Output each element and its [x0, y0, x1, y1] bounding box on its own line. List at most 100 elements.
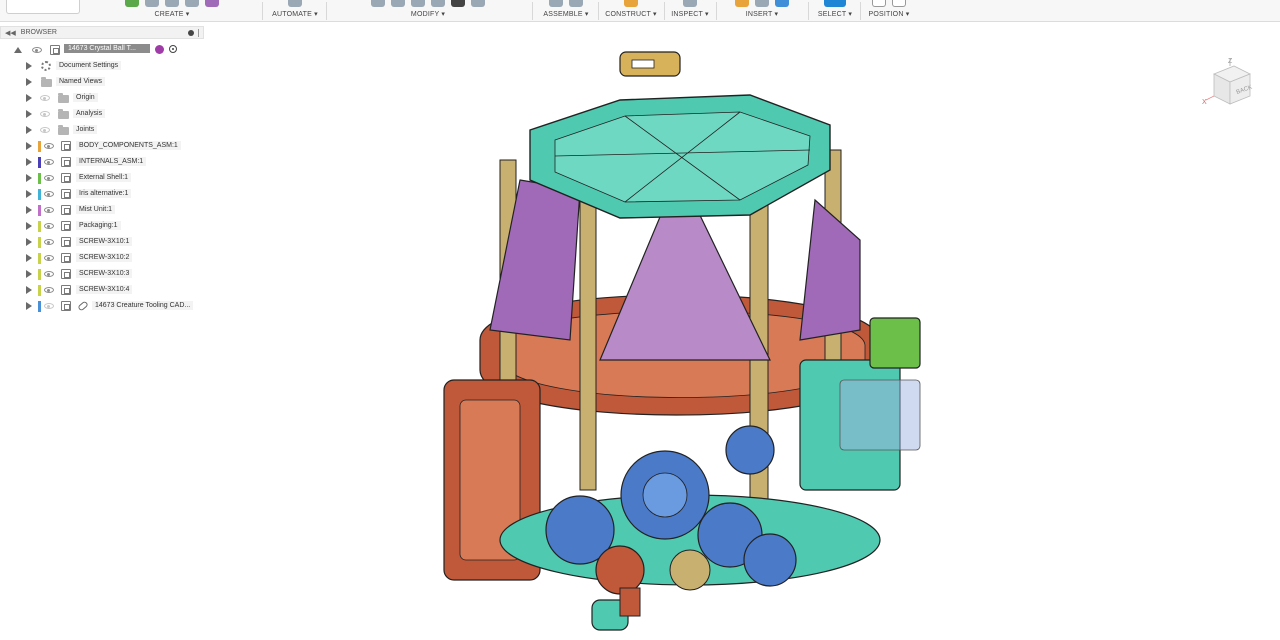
expand-arrow-icon[interactable]: [26, 62, 32, 70]
visibility-eye-icon[interactable]: [44, 255, 54, 261]
tree-item-label[interactable]: 14673 Creature Tooling CAD...: [92, 301, 194, 310]
revert-position-icon[interactable]: [892, 0, 906, 7]
browser-resize-handle[interactable]: [198, 28, 199, 37]
browser-tree-item[interactable]: Named Views: [0, 75, 204, 89]
expand-arrow-icon[interactable]: [26, 78, 32, 86]
expand-arrow-icon[interactable]: [26, 238, 32, 246]
assembly-model-view[interactable]: [420, 40, 960, 640]
collapse-arrow-icon[interactable]: [14, 47, 22, 53]
align-icon[interactable]: [471, 0, 485, 7]
measure-icon[interactable]: [683, 0, 697, 7]
browser-tree-item[interactable]: External Shell:1: [0, 171, 204, 185]
browser-root-row[interactable]: 14673 Crystal Ball T...: [0, 43, 204, 57]
expand-arrow-icon[interactable]: [26, 270, 32, 278]
collapse-panel-icon[interactable]: ◀◀: [5, 29, 16, 37]
browser-tree-item[interactable]: INTERNALS_ASM:1: [0, 155, 204, 169]
tree-item-label[interactable]: Origin: [73, 93, 98, 102]
browser-tree-item[interactable]: SCREW-3X10:3: [0, 267, 204, 281]
sketch-icon[interactable]: [145, 0, 159, 7]
select-icon[interactable]: [824, 0, 846, 7]
automate-menu[interactable]: AUTOMATE ▾: [268, 0, 322, 22]
move-icon[interactable]: [451, 0, 465, 7]
crystal-ball-assembly-illustration[interactable]: [420, 40, 960, 640]
activate-radio-icon[interactable]: [169, 45, 177, 53]
tree-item-label[interactable]: Analysis: [73, 109, 106, 118]
expand-arrow-icon[interactable]: [26, 158, 32, 166]
browser-pin-icon[interactable]: [188, 29, 194, 36]
visibility-eye-icon[interactable]: [44, 207, 54, 213]
extrude-icon[interactable]: [165, 0, 179, 7]
select-menu[interactable]: SELECT ▾: [814, 0, 856, 22]
visibility-eye-icon[interactable]: [44, 191, 54, 197]
fillet-icon[interactable]: [391, 0, 405, 7]
insert-canvas-icon[interactable]: [775, 0, 789, 7]
revolve-icon[interactable]: [185, 0, 199, 7]
visibility-eye-icon[interactable]: [44, 303, 54, 309]
inspect-menu[interactable]: INSPECT ▾: [668, 0, 712, 22]
expand-arrow-icon[interactable]: [26, 254, 32, 262]
viewcube[interactable]: BACK Z X: [1200, 56, 1256, 112]
tree-item-label[interactable]: Joints: [73, 125, 98, 134]
insert-svg-icon[interactable]: [755, 0, 769, 7]
form-icon[interactable]: [205, 0, 219, 7]
browser-tree-item[interactable]: Joints: [0, 123, 204, 137]
insert-mesh-icon[interactable]: [735, 0, 749, 7]
expand-arrow-icon[interactable]: [26, 302, 32, 310]
position-menu[interactable]: POSITION ▾: [866, 0, 912, 22]
visibility-eye-icon[interactable]: [32, 47, 42, 53]
tree-item-label[interactable]: SCREW-3X10:2: [76, 253, 133, 262]
tree-item-label[interactable]: Packaging:1: [76, 221, 121, 230]
browser-tree-item[interactable]: BODY_COMPONENTS_ASM:1: [0, 139, 204, 153]
visibility-eye-icon[interactable]: [44, 271, 54, 277]
browser-tree-item[interactable]: SCREW-3X10:4: [0, 283, 204, 297]
tree-item-label[interactable]: INTERNALS_ASM:1: [76, 157, 147, 166]
chamfer-icon[interactable]: [411, 0, 425, 7]
visibility-eye-icon[interactable]: [44, 239, 54, 245]
tree-item-label[interactable]: SCREW-3X10:4: [76, 285, 133, 294]
purple-panel-center[interactable]: [599, 204, 771, 361]
purple-panel-right[interactable]: [799, 198, 861, 341]
assemble-menu[interactable]: ASSEMBLE ▾: [538, 0, 594, 22]
as-built-joint-icon[interactable]: [569, 0, 583, 7]
expand-arrow-icon[interactable]: [26, 222, 32, 230]
root-component-label[interactable]: 14673 Crystal Ball T...: [64, 44, 150, 53]
offset-plane-icon[interactable]: [624, 0, 638, 7]
expand-arrow-icon[interactable]: [26, 174, 32, 182]
browser-tree-item[interactable]: Packaging:1: [0, 219, 204, 233]
expand-arrow-icon[interactable]: [26, 142, 32, 150]
visibility-eye-icon[interactable]: [44, 223, 54, 229]
expand-arrow-icon[interactable]: [26, 206, 32, 214]
expand-arrow-icon[interactable]: [26, 110, 32, 118]
tree-item-label[interactable]: Mist Unit:1: [76, 205, 116, 214]
tree-item-label[interactable]: Named Views: [56, 77, 106, 86]
browser-tree-item[interactable]: Mist Unit:1: [0, 203, 204, 217]
tree-item-label[interactable]: SCREW-3X10:3: [76, 269, 133, 278]
expand-arrow-icon[interactable]: [26, 126, 32, 134]
visibility-eye-icon[interactable]: [44, 287, 54, 293]
capture-position-icon[interactable]: [872, 0, 886, 7]
new-component-icon[interactable]: [125, 0, 139, 7]
joint-icon[interactable]: [549, 0, 563, 7]
shell-icon[interactable]: [431, 0, 445, 7]
construct-menu[interactable]: CONSTRUCT ▾: [602, 0, 660, 22]
expand-arrow-icon[interactable]: [26, 190, 32, 198]
visibility-eye-icon[interactable]: [40, 127, 50, 133]
browser-tree-item[interactable]: Analysis: [0, 107, 204, 121]
visibility-eye-icon[interactable]: [44, 143, 54, 149]
tree-item-label[interactable]: SCREW-3X10:1: [76, 237, 133, 246]
press-pull-icon[interactable]: [371, 0, 385, 7]
create-menu[interactable]: CREATE ▾: [88, 0, 256, 22]
browser-tree-item[interactable]: Document Settings: [0, 59, 204, 73]
browser-tree-item[interactable]: 14673 Creature Tooling CAD...: [0, 299, 204, 313]
browser-tree-item[interactable]: Origin: [0, 91, 204, 105]
tree-item-label[interactable]: Document Settings: [56, 61, 122, 70]
application-menu-box[interactable]: [6, 0, 80, 14]
tree-item-label[interactable]: Iris alternative:1: [76, 189, 132, 198]
browser-tree-item[interactable]: Iris alternative:1: [0, 187, 204, 201]
tree-item-label[interactable]: BODY_COMPONENTS_ASM:1: [76, 141, 181, 150]
browser-tree-item[interactable]: SCREW-3X10:2: [0, 251, 204, 265]
insert-menu[interactable]: INSERT ▾: [722, 0, 802, 22]
expand-arrow-icon[interactable]: [26, 286, 32, 294]
automate-icon[interactable]: [288, 0, 302, 7]
visibility-eye-icon[interactable]: [40, 95, 50, 101]
